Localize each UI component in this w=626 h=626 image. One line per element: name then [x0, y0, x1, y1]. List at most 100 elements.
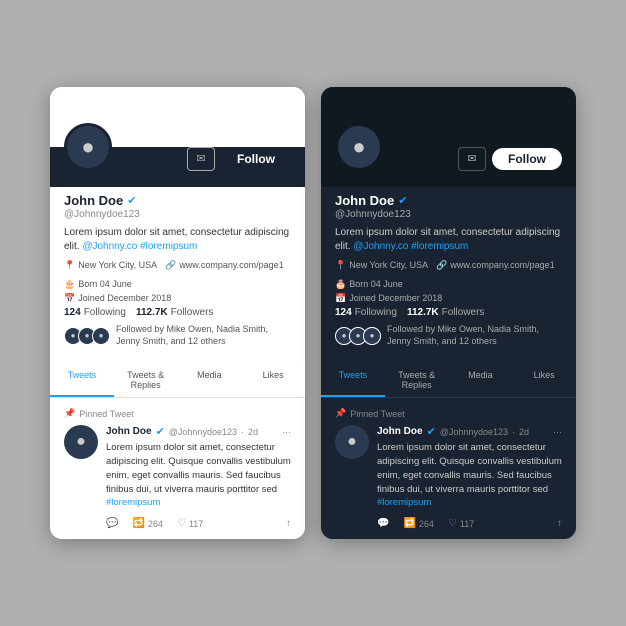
tab-likes-dark[interactable]: Likes — [512, 363, 576, 397]
tweet-area-dark: 📌 Pinned Tweet ● John Doe ✔ @Johnnydoe12… — [321, 398, 576, 539]
like-count-light: 117 — [189, 519, 203, 529]
follower-avatars-dark: ● ● ● — [335, 327, 381, 345]
tab-likes-light[interactable]: Likes — [241, 363, 305, 397]
location-icon-light: 📍 — [64, 260, 75, 271]
name-row-dark: John Doe ✔ — [335, 193, 562, 208]
follower-avatar-3-dark: ● — [363, 327, 381, 345]
born-light: 🎂 Born 04 June — [64, 279, 132, 290]
action-row-light: ✉ Follow — [187, 147, 291, 171]
born-icon-light: 🎂 — [64, 279, 75, 290]
tweet-actions-dark: 💬 🔁 264 ♡ 117 ↑ — [377, 518, 562, 529]
tweet-area-light: 📌 Pinned Tweet ● John Doe ✔ @Johnnydoe12… — [50, 398, 305, 539]
user-name-light: John Doe — [64, 193, 123, 208]
retweet-action-dark[interactable]: 🔁 264 — [403, 518, 433, 529]
share-action-light[interactable]: ↑ — [286, 518, 291, 529]
stats-row-dark: 124 Following 112.7K Followers — [335, 307, 562, 318]
tab-tweets-light[interactable]: Tweets — [50, 363, 114, 397]
calendar-icon-light: 📅 — [64, 293, 75, 304]
card-dark: ● ✉ Follow John Doe ✔ @Johnnydoe123 Lore… — [321, 87, 576, 539]
reply-action-light[interactable]: 💬 — [106, 518, 118, 529]
mail-icon-light: ✉ — [196, 152, 205, 165]
mail-button-light[interactable]: ✉ — [187, 147, 215, 171]
bio-dark: Lorem ipsum dolor sit amet, consectetur … — [335, 226, 562, 254]
bio-link1-dark[interactable]: @Johnny.co — [353, 241, 408, 252]
tabs-light: Tweets Tweets & Replies Media Likes — [50, 363, 305, 398]
like-action-dark[interactable]: ♡ 117 — [448, 518, 474, 529]
website-dark: 🔗 www.company.com/page1 — [436, 260, 555, 271]
tab-media-dark[interactable]: Media — [449, 363, 513, 397]
profile-row-light: ● ✉ Follow — [64, 147, 291, 171]
mail-button-dark[interactable]: ✉ — [458, 147, 486, 171]
link-icon-dark: 🔗 — [436, 260, 447, 271]
tweet-time-light: · — [241, 427, 244, 437]
tweet-time-val-light: 2d — [248, 427, 258, 437]
tab-replies-light[interactable]: Tweets & Replies — [114, 363, 178, 397]
info-section-dark: John Doe ✔ @Johnnydoe123 Lorem ipsum dol… — [321, 187, 576, 363]
bio-link2-dark[interactable]: #loremipsum — [411, 241, 468, 252]
born-icon-dark: 🎂 — [335, 279, 346, 290]
share-action-dark[interactable]: ↑ — [557, 518, 562, 529]
like-action-light[interactable]: ♡ 117 — [177, 518, 203, 529]
tweet-tag-dark[interactable]: #loremipsum — [377, 497, 431, 508]
tweet-name-dark: John Doe — [377, 426, 423, 437]
verified-icon-light: ✔ — [127, 194, 136, 207]
following-stat-light: 124 Following — [64, 307, 126, 318]
reply-icon-dark: 💬 — [377, 518, 389, 529]
handle-dark: @Johnnydoe123 — [335, 209, 562, 220]
like-icon-light: ♡ — [177, 518, 186, 529]
joined-dark: 📅 Joined December 2018 — [335, 293, 442, 304]
share-icon-light: ↑ — [286, 518, 291, 529]
name-row-light: John Doe ✔ — [64, 193, 291, 208]
tweet-time-dark: · — [512, 427, 515, 437]
stats-row-light: 124 Following 112.7K Followers — [64, 307, 291, 318]
reply-icon-light: 💬 — [106, 518, 118, 529]
joined-row-dark: 📅 Joined December 2018 — [335, 293, 562, 304]
follow-button-light[interactable]: Follow — [221, 148, 291, 170]
tab-replies-dark[interactable]: Tweets & Replies — [385, 363, 449, 397]
bio-link1-light[interactable]: @Johnny.co — [82, 241, 137, 252]
pin-icon-light: 📌 — [64, 408, 75, 419]
tweet-content-dark: John Doe ✔ @Johnnydoe123 · 2d ··· Lorem … — [377, 425, 562, 529]
location-icon-dark: 📍 — [335, 260, 346, 271]
info-section-light: John Doe ✔ @Johnnydoe123 Lorem ipsum dol… — [50, 187, 305, 363]
pinned-label-light: 📌 Pinned Tweet — [64, 408, 291, 419]
like-icon-dark: ♡ — [448, 518, 457, 529]
born-dark: 🎂 Born 04 June — [335, 279, 403, 290]
tweet-handle-light: @Johnnydoe123 — [169, 427, 237, 437]
tweet-time-val-dark: 2d — [519, 427, 529, 437]
reply-action-dark[interactable]: 💬 — [377, 518, 389, 529]
tweet-body-dark: Lorem ipsum dolor sit amet, consectetur … — [377, 441, 562, 510]
pinned-label-dark: 📌 Pinned Tweet — [335, 408, 562, 419]
bio-light: Lorem ipsum dolor sit amet, consectetur … — [64, 226, 291, 254]
bio-link2-light[interactable]: #loremipsum — [140, 241, 197, 252]
tweet-name-light: John Doe — [106, 426, 152, 437]
retweet-action-light[interactable]: 🔁 264 — [132, 518, 162, 529]
verified-icon-dark: ✔ — [398, 194, 407, 207]
joined-row-light: 📅 Joined December 2018 — [64, 293, 291, 304]
tabs-dark: Tweets Tweets & Replies Media Likes — [321, 363, 576, 398]
tab-tweets-dark[interactable]: Tweets — [321, 363, 385, 397]
meta-row-dark: 📍 New York City, USA 🔗 www.company.com/p… — [335, 260, 562, 290]
follower-avatar-3-light: ● — [92, 327, 110, 345]
follower-avatars-light: ● ● ● — [64, 327, 110, 345]
profile-section-dark: ● ✉ Follow — [321, 147, 576, 187]
meta-row-light: 📍 New York City, USA 🔗 www.company.com/p… — [64, 260, 291, 290]
user-icon-light: ● — [81, 134, 94, 160]
tweet-avatar-dark: ● — [335, 425, 369, 459]
tweet-more-dark[interactable]: ··· — [553, 427, 562, 437]
tweet-verified-dark: ✔ — [427, 425, 436, 438]
profile-row-dark: ● ✉ Follow — [335, 147, 562, 171]
tweet-actions-light: 💬 🔁 264 ♡ 117 ↑ — [106, 518, 291, 529]
user-name-dark: John Doe — [335, 193, 394, 208]
followed-by-dark: Followed by Mike Owen, Nadia Smith, Jenn… — [387, 324, 562, 347]
retweet-count-dark: 264 — [419, 519, 434, 529]
tweet-header-light: John Doe ✔ @Johnnydoe123 · 2d ··· — [106, 425, 291, 438]
location-dark: 📍 New York City, USA — [335, 260, 428, 271]
avatar-dark: ● — [335, 123, 383, 171]
tweet-more-light[interactable]: ··· — [282, 427, 291, 437]
tab-media-light[interactable]: Media — [178, 363, 242, 397]
tweet-tag-light[interactable]: #loremipsum — [106, 497, 160, 508]
follow-button-dark[interactable]: Follow — [492, 148, 562, 170]
followers-row-light: ● ● ● Followed by Mike Owen, Nadia Smith… — [64, 324, 291, 347]
followers-row-dark: ● ● ● Followed by Mike Owen, Nadia Smith… — [335, 324, 562, 347]
